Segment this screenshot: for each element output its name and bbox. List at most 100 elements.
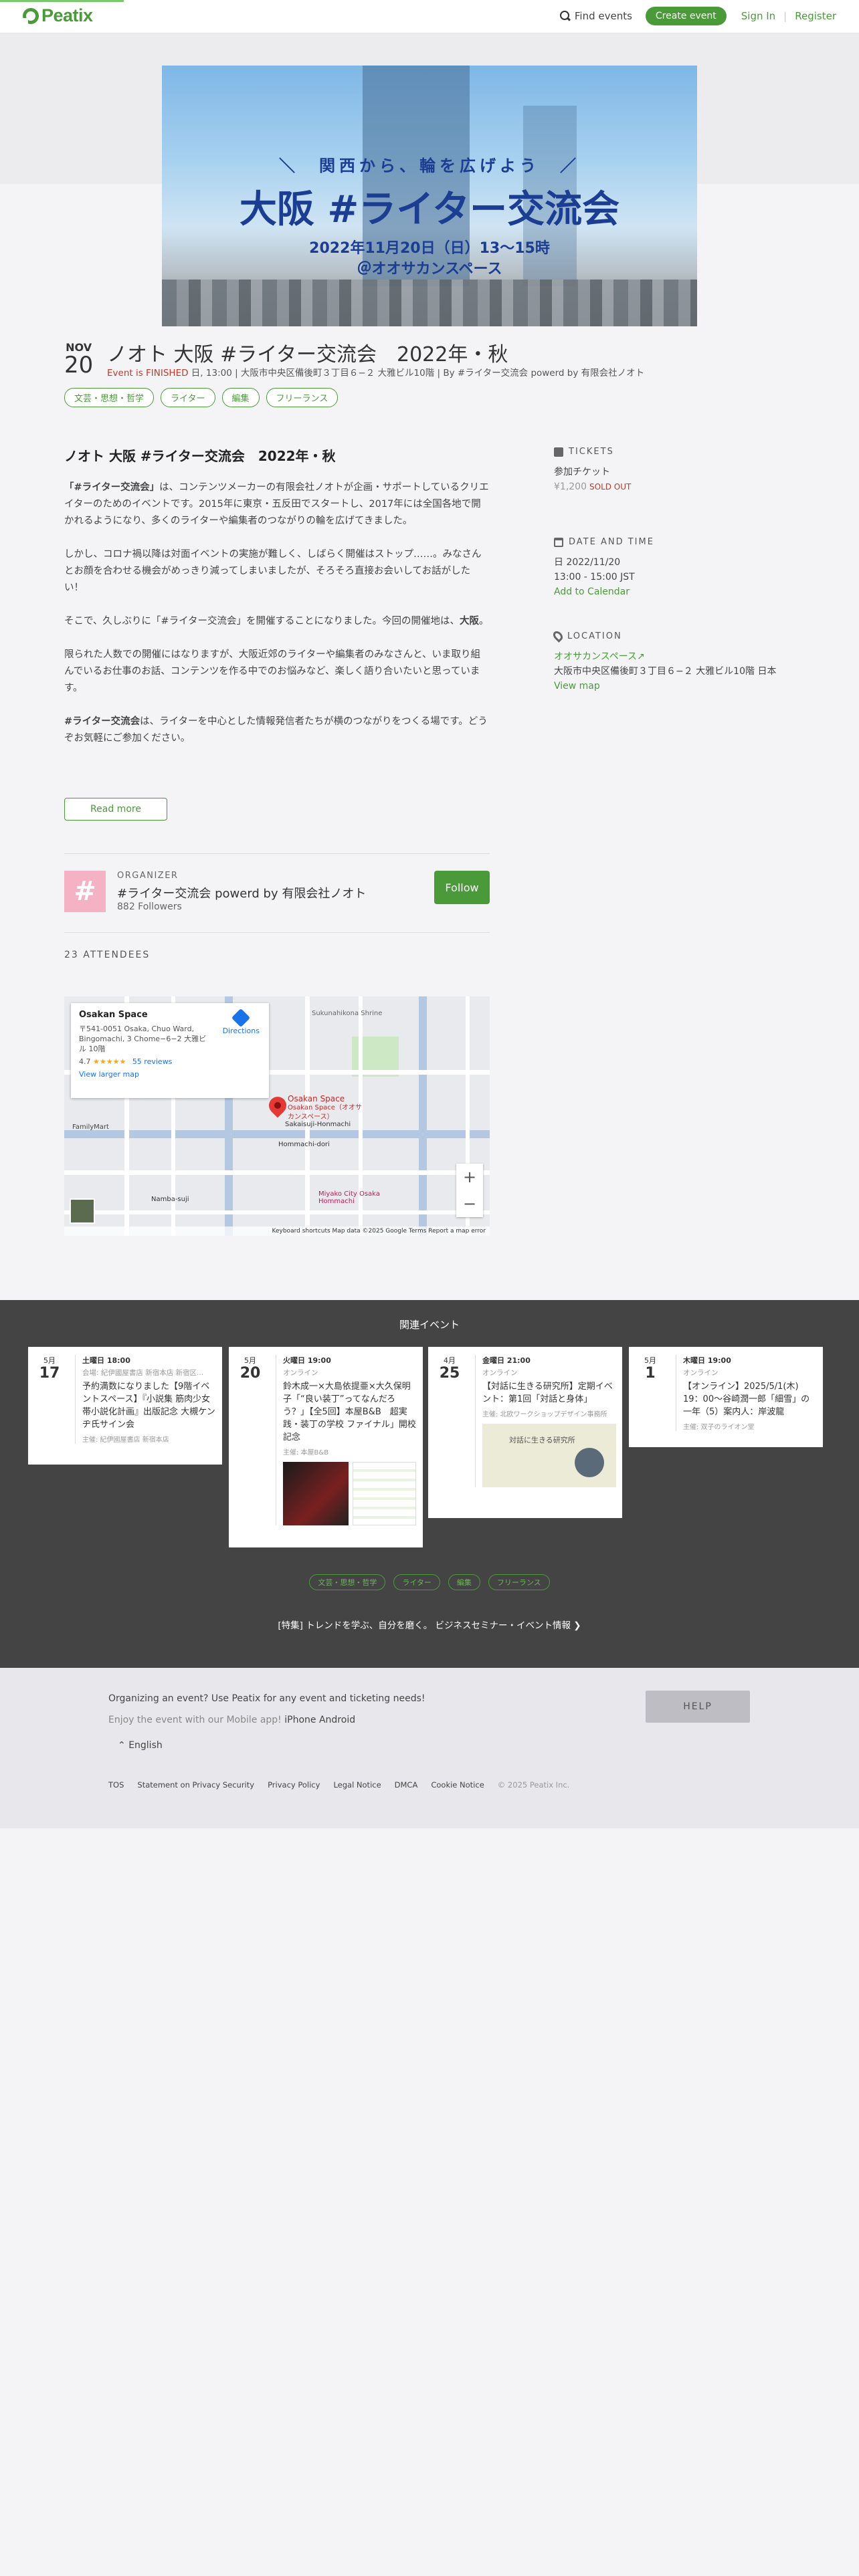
related-event-card[interactable]: 4月 25 金曜日 21:00 オンライン 【対話に生きる研究所】定期イベント：… <box>428 1347 622 1518</box>
card-title: 予約満数になりました【9階イベントスペース】『小説集 筋肉少女帯小説化計画』出版… <box>82 1382 215 1430</box>
create-event-button[interactable]: Create event <box>645 7 727 25</box>
ticket-price: ¥1,200 <box>554 481 587 492</box>
footer-link-privacy-security[interactable]: Statement on Privacy Security <box>137 1780 254 1790</box>
card-image-photo <box>283 1462 349 1525</box>
star-icons: ★★★★★ <box>93 1057 126 1066</box>
related-event-card[interactable]: 5月 1 木曜日 19:00 オンライン 【オンライン】2025/5/1(木) … <box>629 1347 823 1447</box>
related-events-section: 関連イベント 5月 17 土曜日 18:00 会場: 紀伊國屋書店 新宿本店 新… <box>0 1300 859 1668</box>
card-time: 木曜日 19:00 <box>683 1356 731 1365</box>
pin-label-name: Osakan Space <box>288 1094 345 1103</box>
description-paragraph: 限られた人数での開催にはなりますが、大阪近郊のライターや編集者のみなさんと、いま… <box>64 649 481 693</box>
bold-text: 「#ライター交流会」 <box>64 482 160 493</box>
footer-link-cookie-notice[interactable]: Cookie Notice <box>431 1780 484 1790</box>
reviews-link[interactable]: 55 reviews <box>132 1057 173 1066</box>
tag-chip[interactable]: 文芸・思想・哲学 <box>64 388 155 407</box>
related-title: 関連イベント <box>399 1319 460 1331</box>
zoom-controls: + − <box>456 1164 483 1217</box>
tag-chip[interactable]: 編集 <box>221 388 260 407</box>
card-day: 17 <box>39 1365 60 1382</box>
card-host: 主催: 紀伊國屋書店 新宿本店 <box>82 1436 169 1444</box>
android-link[interactable]: Android <box>319 1715 355 1725</box>
organizing-text: Organizing an event? Use Peatix for any … <box>108 1693 425 1704</box>
banner-subtitle: ＼ 関西から、輪を広げよう ／ <box>279 156 580 175</box>
attendees-count[interactable]: 23 ATTENDEES <box>64 950 150 960</box>
find-events-label: Find events <box>574 10 632 22</box>
peatix-logo[interactable]: Peatix <box>23 5 93 26</box>
tag-chip[interactable]: ライター <box>393 1574 440 1590</box>
bold-text: #ライター交流会 <box>64 716 140 727</box>
datetime-heading-label: DATE AND TIME <box>569 537 654 547</box>
card-host: 主催: 双子のライオン堂 <box>683 1424 755 1431</box>
description-paragraph: しかし、コロナ禍以降は対面イベントの実施が難しく、しばらく開催はストップ……。み… <box>64 549 482 593</box>
tag-chip[interactable]: 文芸・思想・哲学 <box>309 1574 386 1590</box>
related-event-card[interactable]: 5月 17 土曜日 18:00 会場: 紀伊國屋書店 新宿本店 新宿区... 予… <box>28 1347 222 1465</box>
copyright: © 2025 Peatix Inc. <box>497 1780 570 1790</box>
map-label: Sukunahikona Shrine <box>312 1010 383 1017</box>
read-more-button[interactable]: Read more <box>64 798 167 821</box>
banner-date: 2022年11月20日（日）13〜15時 <box>309 240 550 257</box>
card-day: 1 <box>645 1365 656 1382</box>
event-meta: Event is FINISHED 日, 13:00 | 大阪市中央区備後町３丁… <box>107 365 644 379</box>
datetime-section: DATE AND TIME 日 2022/11/20 13:00 - 15:00… <box>554 537 654 599</box>
event-date-badge: NOV 20 <box>64 341 93 377</box>
zoom-in-button[interactable]: + <box>463 1168 476 1186</box>
location-pin-icon[interactable] <box>265 1093 290 1118</box>
zoom-out-button[interactable]: − <box>463 1194 476 1213</box>
tickets-heading: TICKETS <box>554 447 631 457</box>
tag-chip[interactable]: フリーランス <box>266 388 339 407</box>
card-title: 鈴木成一×大島依提亜×大久保明子「“良い装丁”ってなんだろう？」【全5回】本屋B… <box>283 1382 416 1442</box>
paragraph-text: 。 <box>479 616 489 627</box>
follow-button[interactable]: Follow <box>434 871 490 904</box>
card-date: 5月 17 <box>36 1355 63 1382</box>
location-heading-label: LOCATION <box>567 631 622 641</box>
tag-chip[interactable]: 編集 <box>448 1574 480 1590</box>
map-label: Miyako City Osaka Hommachi <box>318 1190 380 1205</box>
organizer-avatar[interactable]: # <box>64 871 106 912</box>
language-selector[interactable]: ⌃ English <box>118 1740 163 1751</box>
map-pin-label: Osakan Space Osakan Space（オオサカンスペース） <box>288 1094 368 1122</box>
register-link[interactable]: Register <box>795 10 836 22</box>
card-title: 【対話に生きる研究所】定期イベント：第1回「対話と身体」 <box>482 1382 613 1404</box>
map-label: Namba-suji <box>151 1196 189 1203</box>
tag-chip[interactable]: フリーランス <box>488 1574 550 1590</box>
event-banner-image: ＼ 関西から、輪を広げよう ／ 大阪 #ライター交流会 2022年11月20日（… <box>162 66 697 326</box>
event-date-text: 日 2022/11/20 <box>554 557 621 568</box>
satellite-toggle[interactable] <box>70 1198 95 1224</box>
add-to-calendar-link[interactable]: Add to Calendar <box>554 584 654 599</box>
banner-title: 大阪 #ライター交流会 <box>239 188 620 231</box>
footer-link-tos[interactable]: TOS <box>108 1780 124 1790</box>
divider <box>64 932 490 933</box>
language-label: English <box>128 1740 163 1751</box>
google-map[interactable]: Sukunahikona Shrine FamilyMart Sakaisuji… <box>64 996 490 1236</box>
map-label: Hommachi-dori <box>278 1141 330 1148</box>
footer-link-legal-notice[interactable]: Legal Notice <box>333 1780 381 1790</box>
card-date: 5月 20 <box>237 1355 264 1382</box>
footer-link-privacy-policy[interactable]: Privacy Policy <box>268 1780 320 1790</box>
card-location: 会場: 紀伊國屋書店 新宿本店 新宿区... <box>82 1369 204 1377</box>
card-month: 5月 <box>644 1356 656 1365</box>
sign-in-link[interactable]: Sign In <box>741 10 775 22</box>
card-body: 金曜日 21:00 オンライン 【対話に生きる研究所】定期イベント：第1回「対話… <box>475 1355 616 1487</box>
iphone-link[interactable]: iPhone <box>284 1715 316 1725</box>
tag-chip[interactable]: ライター <box>161 388 215 407</box>
directions-button[interactable]: Directions <box>223 1008 260 1035</box>
find-events-link[interactable]: Find events <box>559 10 632 22</box>
card-image-avatar <box>575 1448 604 1477</box>
description-fade <box>64 742 490 772</box>
view-larger-map-link[interactable]: View larger map <box>79 1070 261 1079</box>
venue-link[interactable]: オオサカンスペース↗ <box>554 649 776 664</box>
organizer-name[interactable]: #ライター交流会 powerd by 有限会社ノオト <box>117 884 366 901</box>
card-date: 5月 1 <box>637 1355 664 1382</box>
loading-bar <box>0 0 124 2</box>
logo-text: Peatix <box>41 5 93 25</box>
location-section: LOCATION オオサカンスペース↗ 大阪市中央区備後町３丁目６−２ 大雅ビル… <box>551 629 776 693</box>
help-button[interactable]: HELP <box>646 1691 750 1723</box>
feature-link[interactable]: [特集] トレンドを学ぶ、自分を磨く。 ビジネスセミナー・イベント情報 ❯ <box>0 1618 859 1631</box>
map-road <box>419 996 427 1236</box>
card-host: 主催: 本屋B&B <box>283 1449 329 1457</box>
map-footer: Keyboard shortcuts Map data ©2025 Google… <box>64 1226 490 1236</box>
view-map-link[interactable]: View map <box>554 679 776 693</box>
related-event-card[interactable]: 5月 20 火曜日 19:00 オンライン 鈴木成一×大島依提亜×大久保明子「“… <box>229 1347 423 1547</box>
nav-separator: | <box>783 10 787 22</box>
footer-link-dmca[interactable]: DMCA <box>395 1780 418 1790</box>
